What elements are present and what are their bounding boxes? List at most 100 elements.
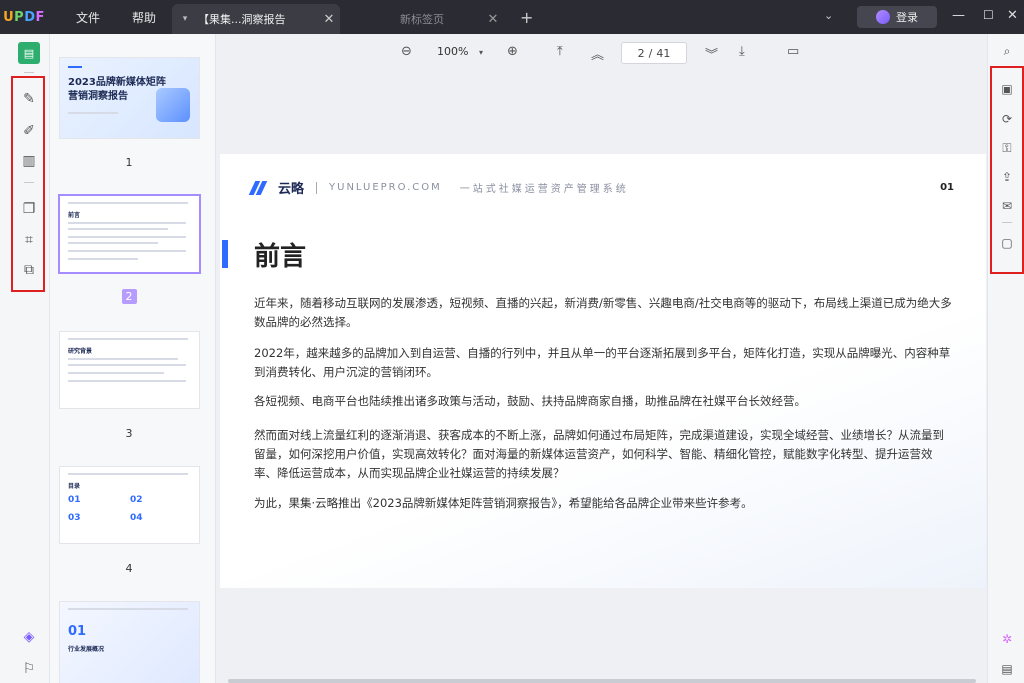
brand-divider <box>316 181 318 194</box>
view-toolbar: ⊖ 100% ▾ ⊕ ⤒ ︽ 2 / 41 ︾ ⤓ ▭ <box>217 34 987 70</box>
thumbnail-number: 1 <box>125 156 133 169</box>
thumb-heading: 行业发展概况 <box>68 646 105 653</box>
thumb-line <box>68 202 188 204</box>
login-button[interactable]: 登录 <box>857 6 937 28</box>
total-pages: 41 <box>656 46 671 60</box>
page-number-input[interactable]: 2 / 41 <box>621 42 687 64</box>
tab-new[interactable]: 新标签页 ✕ <box>342 4 510 34</box>
email-icon[interactable]: ✉ <box>998 197 1016 215</box>
tab-new-close-icon[interactable]: ✕ <box>482 12 504 27</box>
brand-logo-icon <box>248 180 272 195</box>
maximize-icon[interactable]: ☐ <box>983 8 994 22</box>
thumb-line <box>68 250 186 252</box>
last-page-icon[interactable]: ⤓ <box>739 44 745 59</box>
minimize-icon[interactable]: — <box>952 8 965 23</box>
thumb-line <box>68 228 168 230</box>
zoom-out-icon[interactable]: ⊖ <box>401 44 412 59</box>
tab-dropdown-icon[interactable]: ▾ <box>172 14 198 24</box>
right-tool-strip: ⌕ ▣ ⟳ ⚿ ⇪ ✉ ▢ ✲ ▤ <box>987 34 1024 683</box>
horizontal-scrollbar[interactable] <box>228 679 976 683</box>
thumb-cover-graphic <box>156 88 190 122</box>
presentation-icon[interactable]: ▭ <box>787 44 799 59</box>
thumb-logo-bar <box>68 66 82 68</box>
protect-file-icon[interactable]: ⚿ <box>998 139 1016 157</box>
thumb-line <box>68 242 158 244</box>
paragraph: 2022年，越来越多的品牌加入到自运营、自播的行列中，并且从单一的平台逐渐拓展到… <box>254 346 951 379</box>
thumb-section-number: 01 <box>68 624 87 639</box>
thumb-heading: 目录 <box>68 483 81 490</box>
new-tab-plus-icon[interactable]: + <box>520 8 533 27</box>
menu-file[interactable]: 文件 <box>76 9 100 26</box>
thumbnail-page-1[interactable]: 2023品牌新媒体矩阵 营销洞察报告 <box>60 58 199 138</box>
tab-close-icon[interactable]: ✕ <box>318 12 340 27</box>
current-page: 2 <box>637 46 645 60</box>
previous-page-icon[interactable]: ︽ <box>591 44 604 63</box>
convert-file-icon[interactable]: ⟳ <box>998 110 1016 128</box>
paragraph: 为此，果集·云略推出《2023品牌新媒体矩阵营销洞察报告》，希望能给各品牌企业带… <box>254 496 753 510</box>
zoom-dropdown-icon[interactable]: ▾ <box>479 48 483 57</box>
thumb-toc-item: 03 <box>68 513 81 523</box>
close-window-icon[interactable]: ✕ <box>1007 8 1018 23</box>
tab-new-title: 新标签页 <box>400 13 444 26</box>
thumbnail-page-3[interactable]: 研究背景 <box>60 332 199 408</box>
paragraph: 然而面对线上流量红利的逐渐消退、获客成本的不断上涨，品牌如何通过布局矩阵，完成渠… <box>254 428 944 480</box>
zoom-level[interactable]: 100% <box>437 45 468 58</box>
comment-marker-icon[interactable]: ✎ <box>18 88 40 110</box>
search-icon[interactable]: ⌕ <box>998 42 1016 60</box>
save-icon[interactable]: ▢ <box>998 234 1016 252</box>
app-logo: UPDF <box>3 9 45 25</box>
thumb-line <box>68 358 178 360</box>
brand-slogan: 一站式社媒运营资产管理系统 <box>459 184 629 195</box>
thumb-toc-item: 04 <box>130 513 143 523</box>
thumb-line <box>68 380 186 382</box>
ai-assistant-icon[interactable]: ✲ <box>998 630 1016 648</box>
page-heading: 前言 <box>254 242 307 272</box>
form-icon[interactable]: ▥ <box>18 150 40 172</box>
thumb-line <box>68 258 138 260</box>
thumb-heading: 前言 <box>68 212 81 219</box>
thumb-line <box>68 473 188 475</box>
organize-pages-icon[interactable]: ❐ <box>18 198 40 220</box>
menu-help[interactable]: 帮助 <box>132 9 156 26</box>
thumbnail-number-selected: 2 <box>50 289 208 304</box>
thumb-line <box>68 222 186 224</box>
first-page-icon[interactable]: ⤒ <box>557 44 563 59</box>
login-label: 登录 <box>896 11 918 24</box>
paragraph: 近年来，随着移动互联网的发展渗透，短视频、直播的兴起，新消费/新零售、兴趣电商/… <box>254 296 952 329</box>
tabs-chevron-down-icon[interactable]: ⌄ <box>824 9 833 22</box>
tab-title: 【果集...洞察报告 <box>198 13 286 26</box>
brand-name: 云略 <box>278 182 305 197</box>
thumbnail-page-2[interactable]: 前言 <box>60 196 199 272</box>
ocr-icon[interactable]: ▣ <box>998 80 1016 98</box>
next-page-icon[interactable]: ︾ <box>705 44 718 63</box>
left-tool-strip: ▤ ✎ ✐ ▥ ❐ ⌗ ⧉ ◈ ⚐ <box>0 34 50 683</box>
divider <box>1002 222 1012 223</box>
divider <box>24 182 34 183</box>
tab-document[interactable]: ▾ 【果集...洞察报告 ✕ <box>172 4 340 34</box>
share-icon[interactable]: ⇪ <box>998 168 1016 186</box>
layers-icon[interactable]: ◈ <box>18 626 40 648</box>
page-separator: / <box>648 46 653 60</box>
convert-icon[interactable]: ⧉ <box>18 259 40 281</box>
divider <box>24 72 34 73</box>
thumbnail-number: 4 <box>125 562 133 575</box>
thumb-line <box>68 372 164 374</box>
thumb-line <box>68 236 186 238</box>
zoom-in-icon[interactable]: ⊕ <box>507 44 518 59</box>
thumbnail-page-5[interactable]: 01 行业发展概况 <box>60 602 199 683</box>
thumb-heading: 研究背景 <box>68 348 93 355</box>
thumbnail-panel: 2023品牌新媒体矩阵 营销洞察报告 1 前言 2 研究背景 3 目录 01 0… <box>50 34 216 683</box>
thumb-line <box>68 112 118 114</box>
crop-icon[interactable]: ⌗ <box>18 229 40 251</box>
thumbnail-number: 3 <box>125 427 133 440</box>
brand-url: YUNLUEPRO.COM <box>329 182 442 193</box>
thumbnail-page-4[interactable]: 目录 01 02 03 04 <box>60 467 199 543</box>
pdf-page: 云略 YUNLUEPRO.COM 一站式社媒运营资产管理系统 01 前言 近年来… <box>220 154 986 588</box>
thumbnail-number-badge: 2 <box>121 289 137 304</box>
reader-mode-icon[interactable]: ▤ <box>18 42 40 64</box>
page-brand-header: 云略 YUNLUEPRO.COM 一站式社媒运营资产管理系统 <box>248 178 629 197</box>
edit-pdf-icon[interactable]: ✐ <box>18 120 40 142</box>
page-section-number: 01 <box>940 182 954 193</box>
bookmark-icon[interactable]: ⚐ <box>18 658 40 680</box>
comments-icon[interactable]: ▤ <box>998 660 1016 678</box>
